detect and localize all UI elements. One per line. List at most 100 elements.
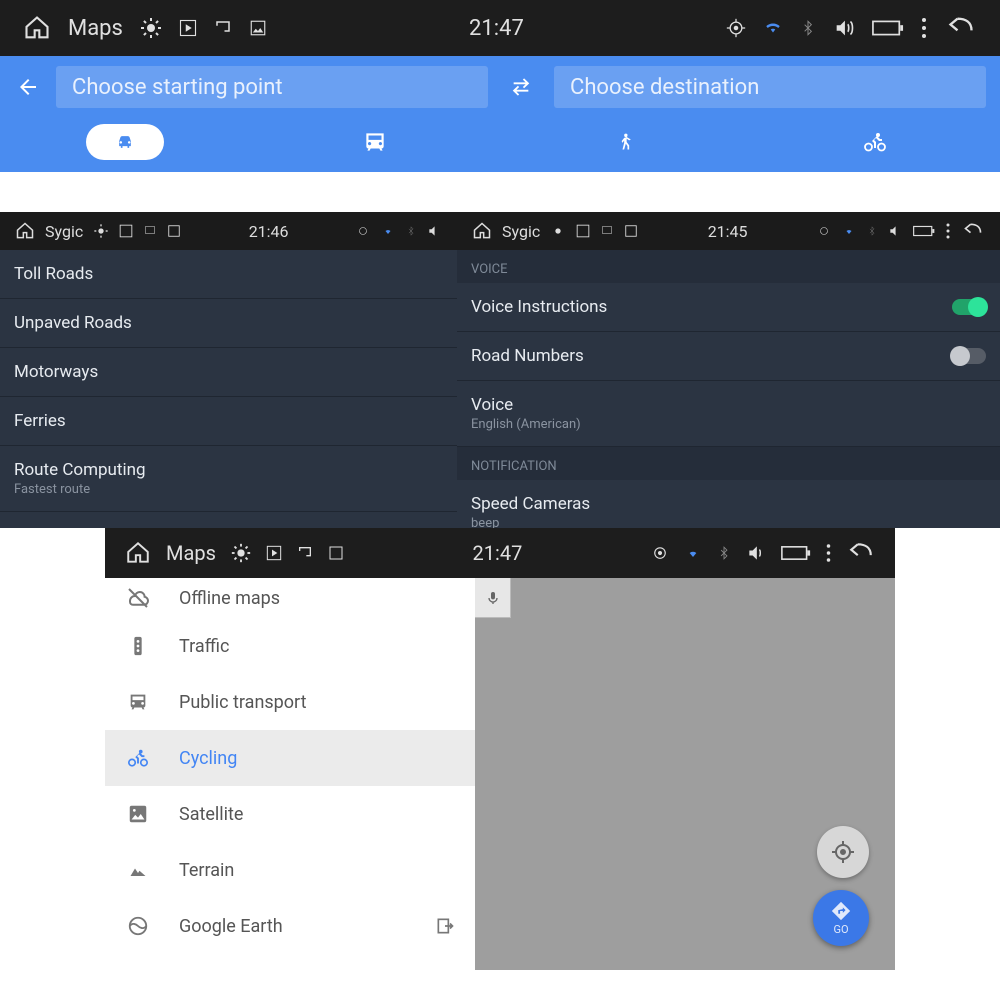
setting-motorways[interactable]: Motorways bbox=[0, 348, 457, 397]
play-icon[interactable] bbox=[119, 224, 133, 238]
wifi-icon bbox=[380, 225, 396, 237]
statusbar: Maps 21:47 bbox=[105, 528, 895, 578]
back-arrow-icon[interactable] bbox=[14, 75, 42, 99]
setting-unpaved-roads[interactable]: Unpaved Roads bbox=[0, 299, 457, 348]
tab-cycling[interactable] bbox=[750, 124, 1000, 160]
bluetooth-icon bbox=[800, 17, 816, 39]
app-title: Sygic bbox=[45, 222, 83, 241]
photo-icon[interactable] bbox=[249, 19, 267, 37]
back-icon[interactable] bbox=[846, 540, 876, 566]
label: Terrain bbox=[179, 860, 234, 881]
sublabel: Fastest route bbox=[14, 482, 443, 497]
label: Unpaved Roads bbox=[14, 313, 443, 333]
dest-placeholder: Choose destination bbox=[570, 75, 759, 100]
status-time: 21:45 bbox=[708, 222, 748, 241]
wifi-icon bbox=[841, 225, 857, 237]
tab-driving[interactable] bbox=[0, 124, 250, 160]
gps-icon bbox=[356, 224, 370, 238]
dest-field[interactable]: Choose destination bbox=[554, 66, 986, 108]
gps-icon bbox=[651, 544, 669, 562]
panel-sygic-route: Sygic 21:46 Toll Roads Unpaved Roads Mot… bbox=[0, 212, 457, 528]
voice-language-row[interactable]: Voice English (American) bbox=[457, 381, 1000, 447]
menu-cycling[interactable]: Cycling bbox=[105, 730, 475, 786]
kebab-icon[interactable] bbox=[825, 542, 832, 564]
statusbar-small: Sygic 21:45 bbox=[457, 212, 1000, 250]
back-icon[interactable] bbox=[944, 14, 978, 42]
cast-icon[interactable] bbox=[143, 225, 157, 237]
road-numbers-row[interactable]: Road Numbers bbox=[457, 332, 1000, 381]
kebab-icon[interactable] bbox=[945, 222, 951, 240]
statusbar-small: Sygic 21:46 bbox=[0, 212, 457, 250]
label: Toll Roads bbox=[14, 264, 443, 284]
directions-icon bbox=[830, 900, 852, 922]
setting-route-computing[interactable]: Route Computing Fastest route bbox=[0, 446, 457, 512]
sun-icon bbox=[139, 16, 163, 40]
cast-icon[interactable] bbox=[213, 19, 233, 37]
tab-transit[interactable] bbox=[250, 124, 500, 160]
setting-ferries[interactable]: Ferries bbox=[0, 397, 457, 446]
label: Voice Instructions bbox=[471, 297, 952, 317]
home-icon[interactable] bbox=[124, 540, 152, 566]
swap-icon[interactable] bbox=[502, 76, 540, 98]
play-icon[interactable] bbox=[576, 224, 590, 238]
menu-traffic[interactable]: Traffic bbox=[105, 618, 475, 674]
photo-icon[interactable] bbox=[624, 224, 638, 238]
sublabel: English (American) bbox=[471, 417, 986, 432]
menu-transit[interactable]: Public transport bbox=[105, 674, 475, 730]
play-icon[interactable] bbox=[266, 545, 282, 561]
back-icon[interactable] bbox=[961, 221, 985, 241]
label: Motorways bbox=[14, 362, 443, 382]
map-pane[interactable]: GO bbox=[475, 528, 895, 970]
directions-bar: Choose starting point Choose destination bbox=[0, 56, 1000, 172]
mode-tabs bbox=[0, 118, 1000, 172]
home-icon[interactable] bbox=[15, 221, 35, 241]
statusbar: Maps 21:47 bbox=[0, 0, 1000, 56]
voice-instructions-row[interactable]: Voice Instructions bbox=[457, 283, 1000, 332]
go-fab[interactable]: GO bbox=[813, 890, 869, 946]
status-time: 21:47 bbox=[473, 541, 523, 565]
toggle-on[interactable] bbox=[952, 299, 986, 315]
menu-terrain[interactable]: Terrain bbox=[105, 842, 475, 898]
mic-button[interactable] bbox=[475, 578, 511, 618]
terrain-icon bbox=[125, 861, 151, 879]
battery-icon bbox=[913, 225, 935, 237]
go-label: GO bbox=[833, 923, 848, 936]
cycling-icon bbox=[125, 747, 151, 769]
tab-walking[interactable] bbox=[500, 124, 750, 160]
home-icon[interactable] bbox=[22, 14, 52, 42]
label: Route Computing bbox=[14, 460, 443, 480]
cast-icon[interactable] bbox=[296, 545, 314, 561]
volume-icon[interactable] bbox=[426, 224, 442, 238]
label: Google Earth bbox=[179, 916, 283, 937]
volume-icon[interactable] bbox=[745, 543, 767, 563]
battery-icon bbox=[781, 545, 811, 561]
menu-offline-maps[interactable]: Offline maps bbox=[105, 578, 475, 618]
status-time: 21:46 bbox=[249, 222, 289, 241]
home-icon[interactable] bbox=[472, 221, 492, 241]
photo-icon[interactable] bbox=[328, 545, 344, 561]
sun-icon bbox=[230, 542, 252, 564]
play-icon[interactable] bbox=[179, 19, 197, 37]
transit-icon bbox=[125, 690, 151, 714]
locate-fab[interactable] bbox=[817, 826, 869, 878]
menu-satellite[interactable]: Satellite bbox=[105, 786, 475, 842]
cast-icon[interactable] bbox=[600, 225, 614, 237]
bluetooth-icon bbox=[717, 543, 731, 563]
offline-icon bbox=[125, 586, 151, 610]
battery-icon bbox=[872, 19, 904, 37]
photo-icon[interactable] bbox=[167, 224, 181, 238]
side-menu: Offline maps Traffic Public transport Cy… bbox=[105, 528, 475, 970]
toggle-off[interactable] bbox=[952, 348, 986, 364]
volume-icon[interactable] bbox=[887, 224, 903, 238]
wifi-icon bbox=[762, 19, 784, 37]
menu-google-earth[interactable]: Google Earth bbox=[105, 898, 475, 954]
panel-maps-directions: Maps 21:47 Choose starting point Choose … bbox=[0, 0, 1000, 172]
start-field[interactable]: Choose starting point bbox=[56, 66, 488, 108]
label: Ferries bbox=[14, 411, 443, 431]
kebab-icon[interactable] bbox=[920, 16, 928, 40]
setting-toll-roads[interactable]: Toll Roads bbox=[0, 250, 457, 299]
bluetooth-icon bbox=[406, 224, 416, 238]
status-time: 21:47 bbox=[469, 16, 524, 41]
volume-icon[interactable] bbox=[832, 17, 856, 39]
label: Speed Cameras bbox=[471, 494, 986, 514]
